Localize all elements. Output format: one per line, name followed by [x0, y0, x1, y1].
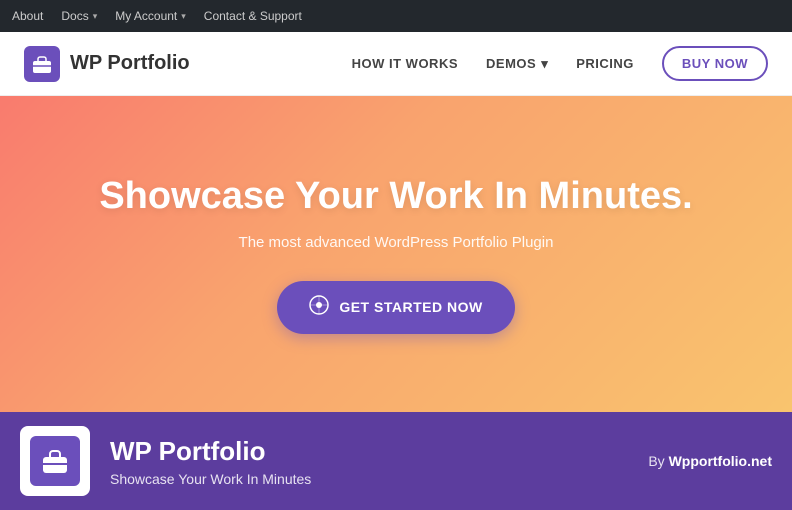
- logo-text: WP Portfolio: [70, 52, 190, 75]
- admin-bar-contact-label: Contact & Support: [204, 9, 302, 23]
- plugin-icon-box: [20, 426, 90, 496]
- admin-bar-about-label: About: [12, 9, 43, 23]
- hero-subtitle: The most advanced WordPress Portfolio Pl…: [239, 234, 554, 251]
- briefcase-icon: [31, 53, 53, 75]
- nav-demos-label: DEMOS: [486, 56, 536, 71]
- nav-pricing[interactable]: PRICING: [576, 56, 634, 71]
- admin-bar-my-account-label: My Account: [115, 9, 177, 23]
- nav-pricing-label: PRICING: [576, 56, 634, 71]
- plugin-name: WP Portfolio: [110, 436, 628, 467]
- plugin-tagline: Showcase Your Work In Minutes: [110, 471, 628, 487]
- plugin-icon-inner: [30, 436, 80, 486]
- cta-label: GET STARTED NOW: [339, 299, 482, 315]
- info-bar: WP Portfolio Showcase Your Work In Minut…: [0, 412, 792, 510]
- plugin-briefcase-icon: [39, 445, 71, 477]
- admin-bar-docs[interactable]: Docs ▾: [61, 9, 97, 23]
- docs-chevron-icon: ▾: [93, 11, 98, 22]
- by-link[interactable]: Wpportfolio.net: [669, 453, 772, 469]
- cta-button[interactable]: GET STARTED NOW: [277, 281, 514, 334]
- hero-section: Showcase Your Work In Minutes. The most …: [0, 96, 792, 412]
- by-attribution: By Wpportfolio.net: [648, 453, 772, 469]
- wordpress-icon: [309, 295, 329, 320]
- main-nav: WP Portfolio HOW IT WORKS DEMOS ▾ PRICIN…: [0, 32, 792, 96]
- demos-chevron-icon: ▾: [541, 56, 548, 72]
- admin-bar-my-account[interactable]: My Account ▾: [115, 9, 186, 23]
- logo-icon: [24, 46, 60, 82]
- my-account-chevron-icon: ▾: [181, 11, 186, 22]
- nav-how-it-works-label: HOW IT WORKS: [352, 56, 458, 71]
- admin-bar-contact[interactable]: Contact & Support: [204, 9, 302, 23]
- admin-bar-about[interactable]: About: [12, 9, 43, 23]
- by-prefix: By: [648, 453, 668, 469]
- hero-title: Showcase Your Work In Minutes.: [99, 174, 692, 220]
- buy-now-button[interactable]: BUY NOW: [662, 46, 768, 81]
- plugin-info: WP Portfolio Showcase Your Work In Minut…: [110, 436, 628, 487]
- admin-bar: About Docs ▾ My Account ▾ Contact & Supp…: [0, 0, 792, 32]
- nav-right: HOW IT WORKS DEMOS ▾ PRICING BUY NOW: [352, 46, 768, 81]
- nav-how-it-works[interactable]: HOW IT WORKS: [352, 56, 458, 71]
- logo[interactable]: WP Portfolio: [24, 46, 190, 82]
- admin-bar-docs-label: Docs: [61, 9, 88, 23]
- nav-demos[interactable]: DEMOS ▾: [486, 56, 548, 72]
- wp-logo-icon: [309, 295, 329, 315]
